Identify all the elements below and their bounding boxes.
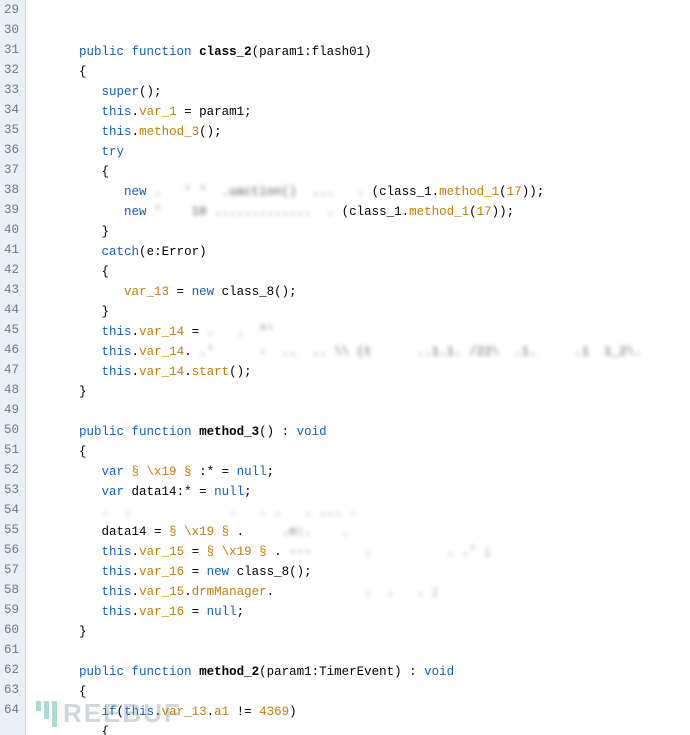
code-line: . . . . . . ... .	[34, 502, 690, 522]
line-number: 34	[4, 100, 19, 120]
line-number: 53	[4, 480, 19, 500]
code-line: if(this.var_13.a1 != 4369)	[34, 702, 690, 722]
line-number: 52	[4, 460, 19, 480]
code-line: public function method_2(param1:TimerEve…	[34, 662, 690, 682]
line-number: 48	[4, 380, 19, 400]
code-line: }	[34, 382, 690, 402]
code-line: data14 = § \x19 § . .n:. .	[34, 522, 690, 542]
code-line	[34, 402, 690, 422]
line-number-gutter: 2930313233343536373839404142434445464748…	[0, 0, 26, 735]
line-number: 51	[4, 440, 19, 460]
code-line: this.var_14. .' - .. .. \\ (t ..1.1. /22…	[34, 342, 690, 362]
code-line: new . ' ' .uaction() ... . (class_1.meth…	[34, 182, 690, 202]
line-number: 45	[4, 320, 19, 340]
line-number: 50	[4, 420, 19, 440]
code-line: {	[34, 722, 690, 735]
code-line: super();	[34, 82, 690, 102]
line-number: 47	[4, 360, 19, 380]
code-line: this.var_16 = null;	[34, 602, 690, 622]
code-line: {	[34, 682, 690, 702]
code-line: try	[34, 142, 690, 162]
line-number: 29	[4, 0, 19, 20]
code-line: new ' 10 ............. . (class_1.method…	[34, 202, 690, 222]
code-line: this.var_14 = . . "'	[34, 322, 690, 342]
line-number: 33	[4, 80, 19, 100]
code-editor: 2930313233343536373839404142434445464748…	[0, 0, 690, 735]
line-number: 31	[4, 40, 19, 60]
code-line: {	[34, 162, 690, 182]
code-line: this.var_16 = new class_8();	[34, 562, 690, 582]
line-number: 38	[4, 180, 19, 200]
line-number: 41	[4, 240, 19, 260]
code-line: this.method_3();	[34, 122, 690, 142]
code-line: catch(e:Error)	[34, 242, 690, 262]
code-line	[34, 642, 690, 662]
code-line: var data14:* = null;	[34, 482, 690, 502]
code-line: }	[34, 302, 690, 322]
line-number: 40	[4, 220, 19, 240]
line-number: 58	[4, 580, 19, 600]
code-line: this.var_15 = § \x19 § . --- . . .' ;	[34, 542, 690, 562]
line-number: 64	[4, 700, 19, 720]
line-number: 62	[4, 660, 19, 680]
code-line: this.var_14.start();	[34, 362, 690, 382]
code-line: {	[34, 62, 690, 82]
line-number: 35	[4, 120, 19, 140]
code-line: {	[34, 262, 690, 282]
line-number: 30	[4, 20, 19, 40]
line-number: 37	[4, 160, 19, 180]
line-number: 56	[4, 540, 19, 560]
code-line: {	[34, 442, 690, 462]
line-number: 61	[4, 640, 19, 660]
line-number: 60	[4, 620, 19, 640]
line-number: 42	[4, 260, 19, 280]
line-number: 36	[4, 140, 19, 160]
line-number: 32	[4, 60, 19, 80]
line-number: 63	[4, 680, 19, 700]
code-line: this.var_1 = param1;	[34, 102, 690, 122]
line-number: 49	[4, 400, 19, 420]
code-line: public function class_2(param1:flash01)	[34, 42, 690, 62]
line-number: 57	[4, 560, 19, 580]
code-line: }	[34, 222, 690, 242]
line-number: 43	[4, 280, 19, 300]
code-line: public function method_3() : void	[34, 422, 690, 442]
code-line: var_13 = new class_8();	[34, 282, 690, 302]
code-lines: REEBUF public function class_2(param1:fl…	[26, 0, 690, 735]
code-line: this.var_15.drmManager. . . . ;	[34, 582, 690, 602]
line-number: 39	[4, 200, 19, 220]
line-number: 55	[4, 520, 19, 540]
line-number: 44	[4, 300, 19, 320]
line-number: 59	[4, 600, 19, 620]
line-number: 46	[4, 340, 19, 360]
code-line: }	[34, 622, 690, 642]
code-line: var § \x19 § :* = null;	[34, 462, 690, 482]
line-number: 54	[4, 500, 19, 520]
